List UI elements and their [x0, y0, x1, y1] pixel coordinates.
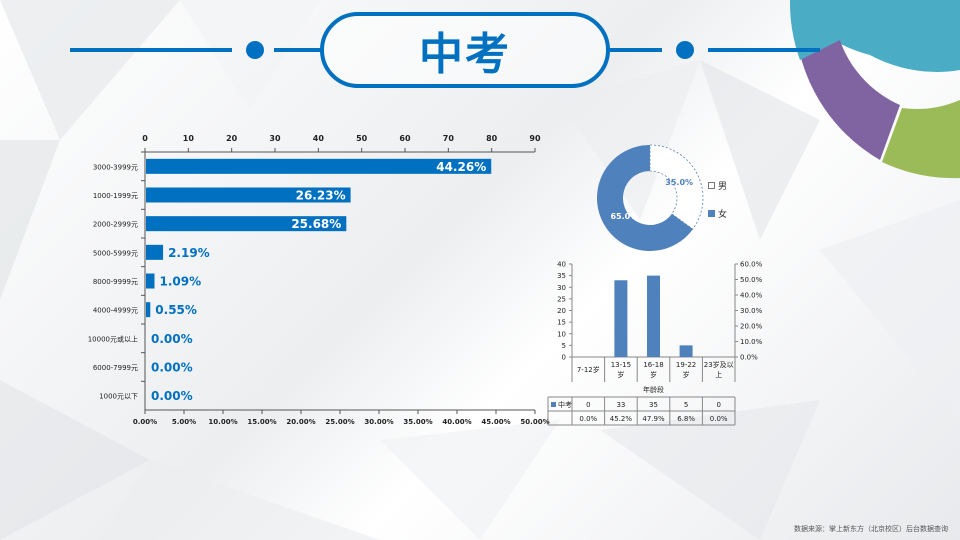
- table-percent: 45.2%: [610, 415, 633, 423]
- table-value: 5: [684, 401, 688, 409]
- y2-axis-tick-label: 30.0%: [740, 307, 763, 315]
- y-axis-tick-label: 35: [557, 272, 566, 280]
- y-axis-tick-label: 15: [557, 319, 566, 327]
- donut-legend: 男 女: [708, 178, 727, 234]
- table-percent: 47.9%: [642, 415, 665, 423]
- y-axis-tick-label: 25: [557, 295, 566, 303]
- table-value: 0: [716, 401, 720, 409]
- y2-axis-tick-label: 60.0%: [740, 261, 763, 269]
- y-axis-tick-label: 40: [557, 261, 566, 269]
- y2-axis-tick-label: 10.0%: [740, 338, 763, 346]
- table-value: 33: [616, 401, 625, 409]
- category-label-wrap: 岁: [617, 370, 624, 379]
- category-label-wrap: 岁: [683, 370, 690, 379]
- table-series-name: 中考: [558, 400, 572, 409]
- legend-swatch-female: [708, 209, 715, 217]
- table-percent: 0.0%: [579, 415, 597, 423]
- column-bar: [647, 275, 660, 357]
- category-label: 16-18: [643, 361, 663, 369]
- y2-axis-tick-label: 0.0%: [740, 354, 758, 362]
- legend-item-female: 女: [708, 206, 727, 220]
- category-label: 13-15: [611, 361, 631, 369]
- legend-label-male: 男: [718, 181, 728, 192]
- y-axis-tick-label: 10: [557, 330, 566, 338]
- y2-axis-tick-label: 40.0%: [740, 292, 763, 300]
- y-axis-tick-label: 5: [562, 342, 566, 350]
- table-value: 0: [586, 401, 590, 409]
- table-series-swatch: [551, 402, 556, 407]
- data-source-note: 数据来源：掌上新东方（北京校区）后台数据查询: [794, 525, 948, 533]
- category-label-wrap: 岁: [650, 370, 657, 379]
- category-label: 23岁及以: [704, 360, 734, 369]
- y2-axis-tick-label: 20.0%: [740, 323, 763, 331]
- y2-axis-tick-label: 50.0%: [740, 276, 763, 284]
- column-bar: [679, 345, 693, 357]
- x-axis-title: 年龄段: [643, 385, 664, 394]
- legend-label-female: 女: [718, 209, 728, 220]
- y-axis-tick-label: 30: [557, 284, 566, 292]
- column-bar: [614, 280, 628, 357]
- y-axis-tick-label: 0: [562, 354, 566, 362]
- table-percent: 0.0%: [710, 415, 728, 423]
- table-value: 35: [649, 401, 658, 409]
- table-percent: 6.8%: [677, 415, 695, 423]
- y-axis-tick-label: 20: [557, 307, 566, 315]
- age-column-chart: 0 5 10 15 20 25 30 35 40 0.0% 10.0% 20.0% 30.0% 40.0%…: [547, 261, 763, 426]
- legend-item-male: 男: [708, 178, 727, 192]
- category-label-wrap: 上: [715, 370, 722, 379]
- category-label: 19-22: [676, 361, 696, 369]
- category-label: 7-12岁: [577, 365, 600, 374]
- legend-swatch-male: [708, 181, 715, 189]
